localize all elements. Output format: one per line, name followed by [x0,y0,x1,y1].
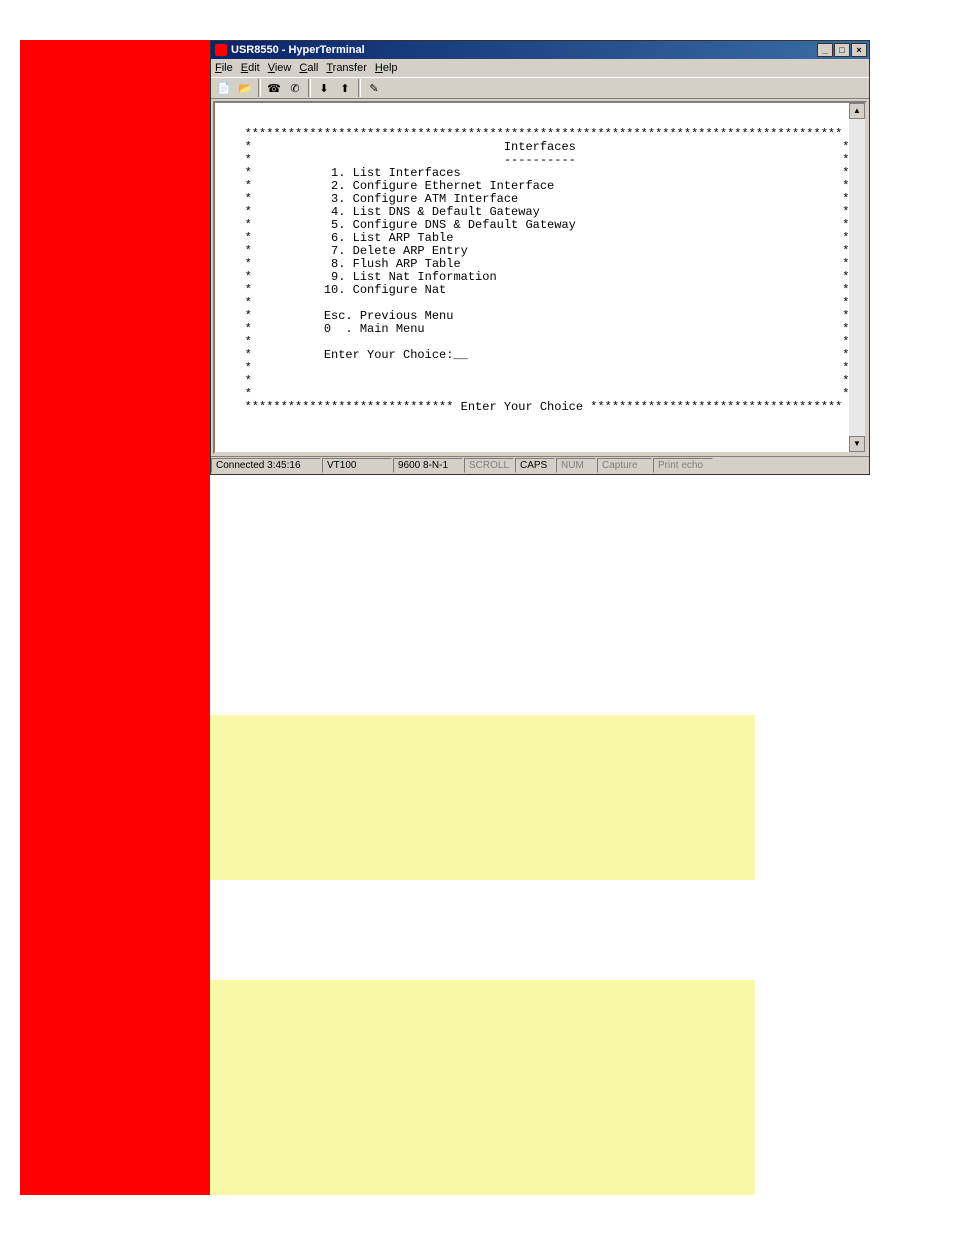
term-line: * Interfaces * [223,140,850,154]
window-controls: _ □ × [817,43,867,57]
term-line: * 3. Configure ATM Interface * [223,192,850,206]
app-icon [215,44,227,56]
term-line: * * [223,387,850,401]
status-caps: CAPS [515,458,555,473]
term-line: * 6. List ARP Table * [223,231,850,245]
status-settings: 9600 8-N-1 [393,458,463,473]
highlight-box-2 [210,980,755,1195]
menu-file[interactable]: File [215,62,233,74]
status-emulation: VT100 [322,458,392,473]
left-accent-bar [20,40,210,1195]
term-line: * 10. Configure Nat * [223,283,850,297]
maximize-button[interactable]: □ [834,43,850,57]
term-line: * 7. Delete ARP Entry * [223,244,850,258]
term-line: * Enter Your Choice:__ * [223,348,850,362]
toolbar-separator [358,79,361,97]
terminal-content: ****************************************… [215,103,865,431]
receive-icon[interactable]: ⬆ [335,79,355,97]
open-icon[interactable]: 📂 [235,79,255,97]
status-connected: Connected 3:45:16 [211,458,321,473]
term-line: * 1. List Interfaces * [223,166,850,180]
new-icon[interactable]: 📄 [214,79,234,97]
toolbar-separator [258,79,261,97]
term-line: * Esc. Previous Menu * [223,309,850,323]
status-bar: Connected 3:45:16 VT100 9600 8-N-1 SCROL… [211,456,869,474]
toolbar-separator [308,79,311,97]
term-line: * * [223,374,850,388]
menu-transfer[interactable]: Transfer [326,62,367,74]
status-num: NUM [556,458,596,473]
term-line: * 0 . Main Menu * [223,322,850,336]
term-line: * ---------- * [223,153,850,167]
term-line: * 4. List DNS & Default Gateway * [223,205,850,219]
menu-edit[interactable]: Edit [241,62,260,74]
hyperterminal-window: USR8550 - HyperTerminal _ □ × File Edit … [210,40,870,475]
term-line: * * [223,296,850,310]
term-line: * 5. Configure DNS & Default Gateway * [223,218,850,232]
status-echo: Print echo [653,458,713,473]
window-title: USR8550 - HyperTerminal [231,44,365,56]
menu-help[interactable]: Help [375,62,398,74]
scroll-up-icon[interactable]: ▲ [849,103,865,119]
minimize-button[interactable]: _ [817,43,833,57]
status-capture: Capture [597,458,652,473]
send-icon[interactable]: ⬇ [314,79,334,97]
highlight-box-1 [210,715,755,880]
vertical-scrollbar[interactable]: ▲ ▼ [849,103,865,452]
title-bar: USR8550 - HyperTerminal _ □ × [211,41,869,59]
term-line: * 8. Flush ARP Table * [223,257,850,271]
scroll-track[interactable] [849,119,865,436]
close-button[interactable]: × [851,43,867,57]
connect-icon[interactable]: ☎ [264,79,284,97]
menu-bar: File Edit View Call Transfer Help [211,59,869,77]
term-line: ***************************** Enter Your… [223,400,842,414]
term-line: * * [223,361,850,375]
properties-icon[interactable]: ✎ [364,79,384,97]
term-line: * 2. Configure Ethernet Interface * [223,179,850,193]
disconnect-icon[interactable]: ✆ [285,79,305,97]
toolbar: 📄 📂 ☎ ✆ ⬇ ⬆ ✎ [211,77,869,99]
term-line: * 9. List Nat Information * [223,270,850,284]
status-scroll: SCROLL [464,458,514,473]
menu-call[interactable]: Call [299,62,318,74]
terminal-area[interactable]: ****************************************… [213,101,867,454]
term-line: ****************************************… [223,127,842,141]
menu-view[interactable]: View [268,62,292,74]
term-line: * * [223,335,850,349]
scroll-down-icon[interactable]: ▼ [849,436,865,452]
